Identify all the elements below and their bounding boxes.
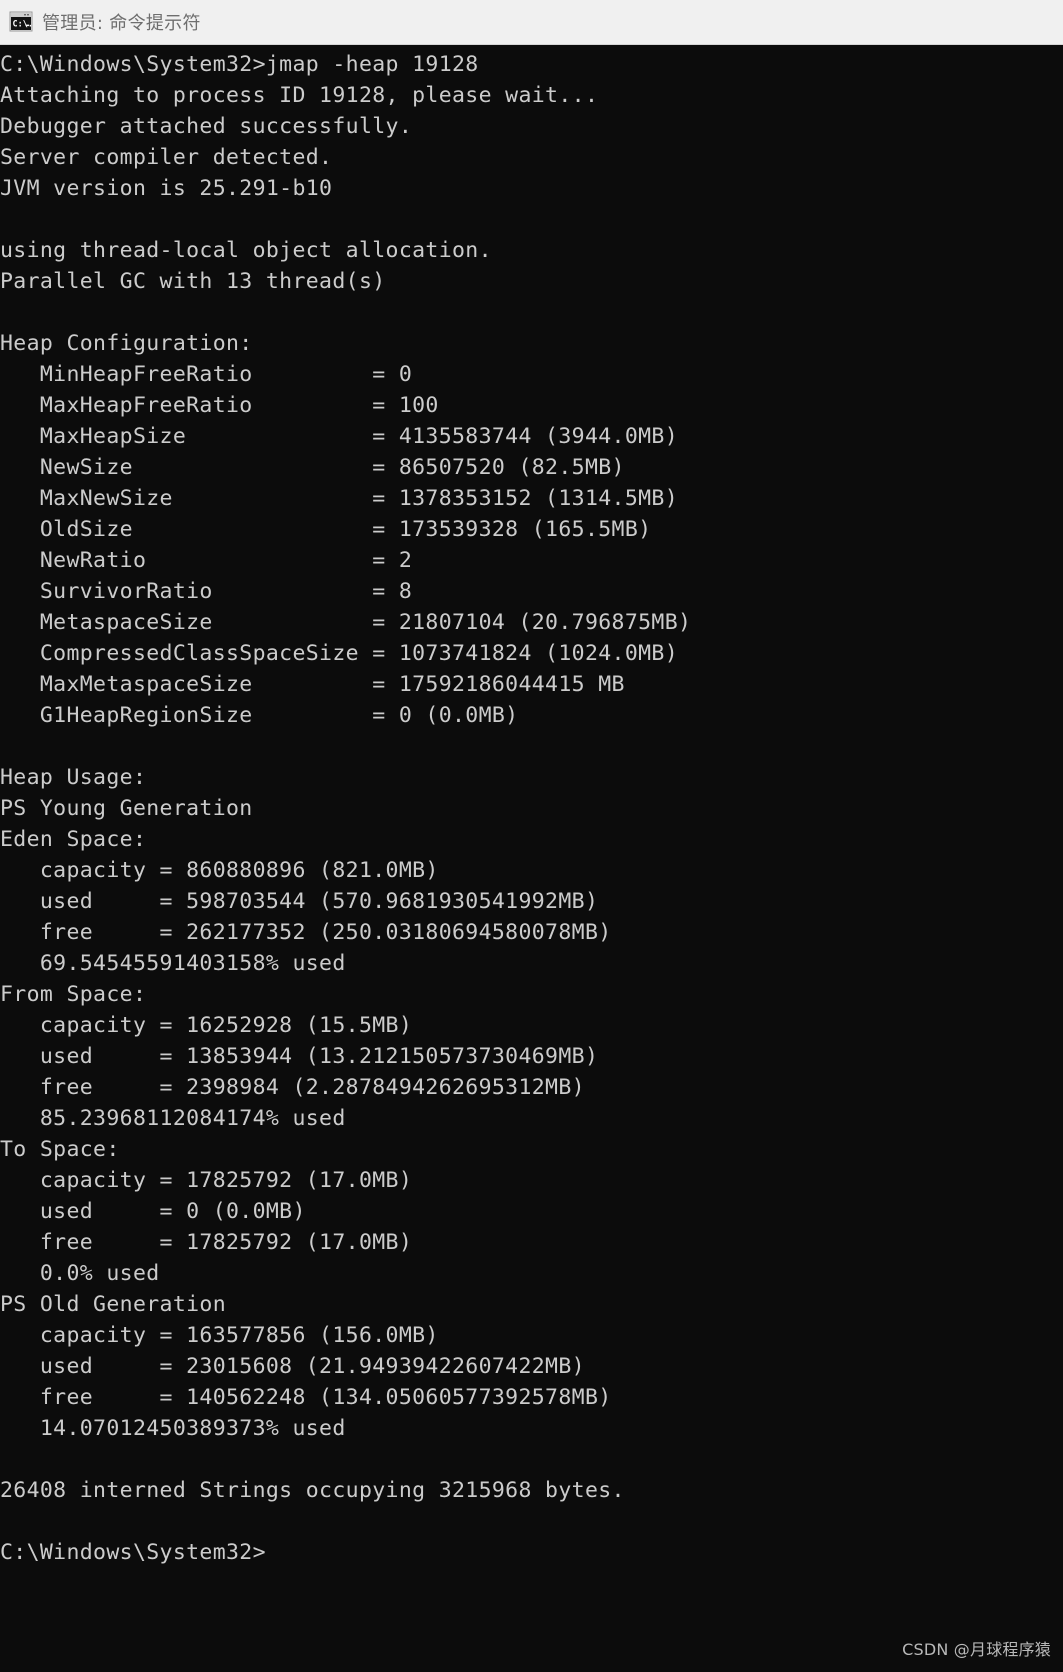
terminal-line: capacity = 163577856 (156.0MB) <box>0 1323 439 1348</box>
terminal-line: MinHeapFreeRatio = 0 <box>0 362 413 387</box>
terminal-line-prompt[interactable]: C:\Windows\System32> <box>0 1537 1063 1568</box>
terminal-line: capacity = 17825792 (17.0MB) <box>0 1168 413 1193</box>
terminal-line: C:\Windows\System32>jmap -heap 19128 <box>0 52 479 77</box>
terminal-line: CompressedClassSpaceSize = 1073741824 (1… <box>0 641 678 666</box>
terminal-output-area[interactable]: C:\Windows\System32>jmap -heap 19128 Att… <box>0 45 1063 1672</box>
terminal-line: MetaspaceSize = 21807104 (20.796875MB) <box>0 610 692 635</box>
terminal-line: MaxHeapFreeRatio = 100 <box>0 393 439 418</box>
terminal-line: NewSize = 86507520 (82.5MB) <box>0 455 625 480</box>
terminal-line: PS Young Generation <box>0 796 253 821</box>
terminal-line: 26408 interned Strings occupying 3215968… <box>0 1478 625 1503</box>
terminal-lines: C:\Windows\System32>jmap -heap 19128 Att… <box>0 49 1063 1568</box>
terminal-line: MaxMetaspaceSize = 17592186044415 MB <box>0 672 625 697</box>
terminal-line: 85.23968112084174% used <box>0 1106 346 1131</box>
terminal-line: Eden Space: <box>0 827 147 852</box>
command-prompt-window: C:\. 管理员: 命令提示符 C:\Windows\System32>jmap… <box>0 0 1063 1672</box>
terminal-line: capacity = 16252928 (15.5MB) <box>0 1013 413 1038</box>
terminal-line: used = 23015608 (21.94939422607422MB) <box>0 1354 585 1379</box>
terminal-line: used = 598703544 (570.9681930541992MB) <box>0 889 599 914</box>
terminal-line: capacity = 860880896 (821.0MB) <box>0 858 439 883</box>
title-bar[interactable]: C:\. 管理员: 命令提示符 <box>0 0 1063 45</box>
terminal-line: using thread-local object allocation. <box>0 238 492 263</box>
terminal-line: From Space: <box>0 982 147 1007</box>
terminal-line: SurvivorRatio = 8 <box>0 579 413 604</box>
terminal-line: NewRatio = 2 <box>0 548 413 573</box>
terminal-line: MaxNewSize = 1378353152 (1314.5MB) <box>0 486 678 511</box>
terminal-line: Parallel GC with 13 thread(s) <box>0 269 386 294</box>
terminal-line: 0.0% used <box>0 1261 160 1286</box>
terminal-line: 69.54545591403158% used <box>0 951 346 976</box>
terminal-line: Attaching to process ID 19128, please wa… <box>0 83 599 108</box>
terminal-line: free = 2398984 (2.2878494262695312MB) <box>0 1075 585 1100</box>
terminal-line: To Space: <box>0 1137 120 1162</box>
window-title: 管理员: 命令提示符 <box>42 13 201 34</box>
terminal-line: free = 140562248 (134.05060577392578MB) <box>0 1385 612 1410</box>
command-prompt-icon: C:\. <box>9 11 33 32</box>
terminal-line: used = 0 (0.0MB) <box>0 1199 306 1224</box>
terminal-line: JVM version is 25.291-b10 <box>0 176 333 201</box>
watermark: CSDN @月球程序猿 <box>902 1640 1051 1659</box>
terminal-line: G1HeapRegionSize = 0 (0.0MB) <box>0 703 519 728</box>
terminal-line: used = 13853944 (13.212150573730469MB) <box>0 1044 599 1069</box>
terminal-line: MaxHeapSize = 4135583744 (3944.0MB) <box>0 424 678 449</box>
terminal-line: PS Old Generation <box>0 1292 226 1317</box>
terminal-line: Server compiler detected. <box>0 145 333 170</box>
terminal-line: free = 17825792 (17.0MB) <box>0 1230 413 1255</box>
terminal-line: free = 262177352 (250.03180694580078MB) <box>0 920 612 945</box>
terminal-line: Debugger attached successfully. <box>0 114 413 139</box>
terminal-line: OldSize = 173539328 (165.5MB) <box>0 517 652 542</box>
terminal-line: Heap Usage: <box>0 765 147 790</box>
terminal-line: Heap Configuration: <box>0 331 253 356</box>
svg-text:C:\.: C:\. <box>13 19 33 29</box>
terminal-line: 14.07012450389373% used <box>0 1416 346 1441</box>
